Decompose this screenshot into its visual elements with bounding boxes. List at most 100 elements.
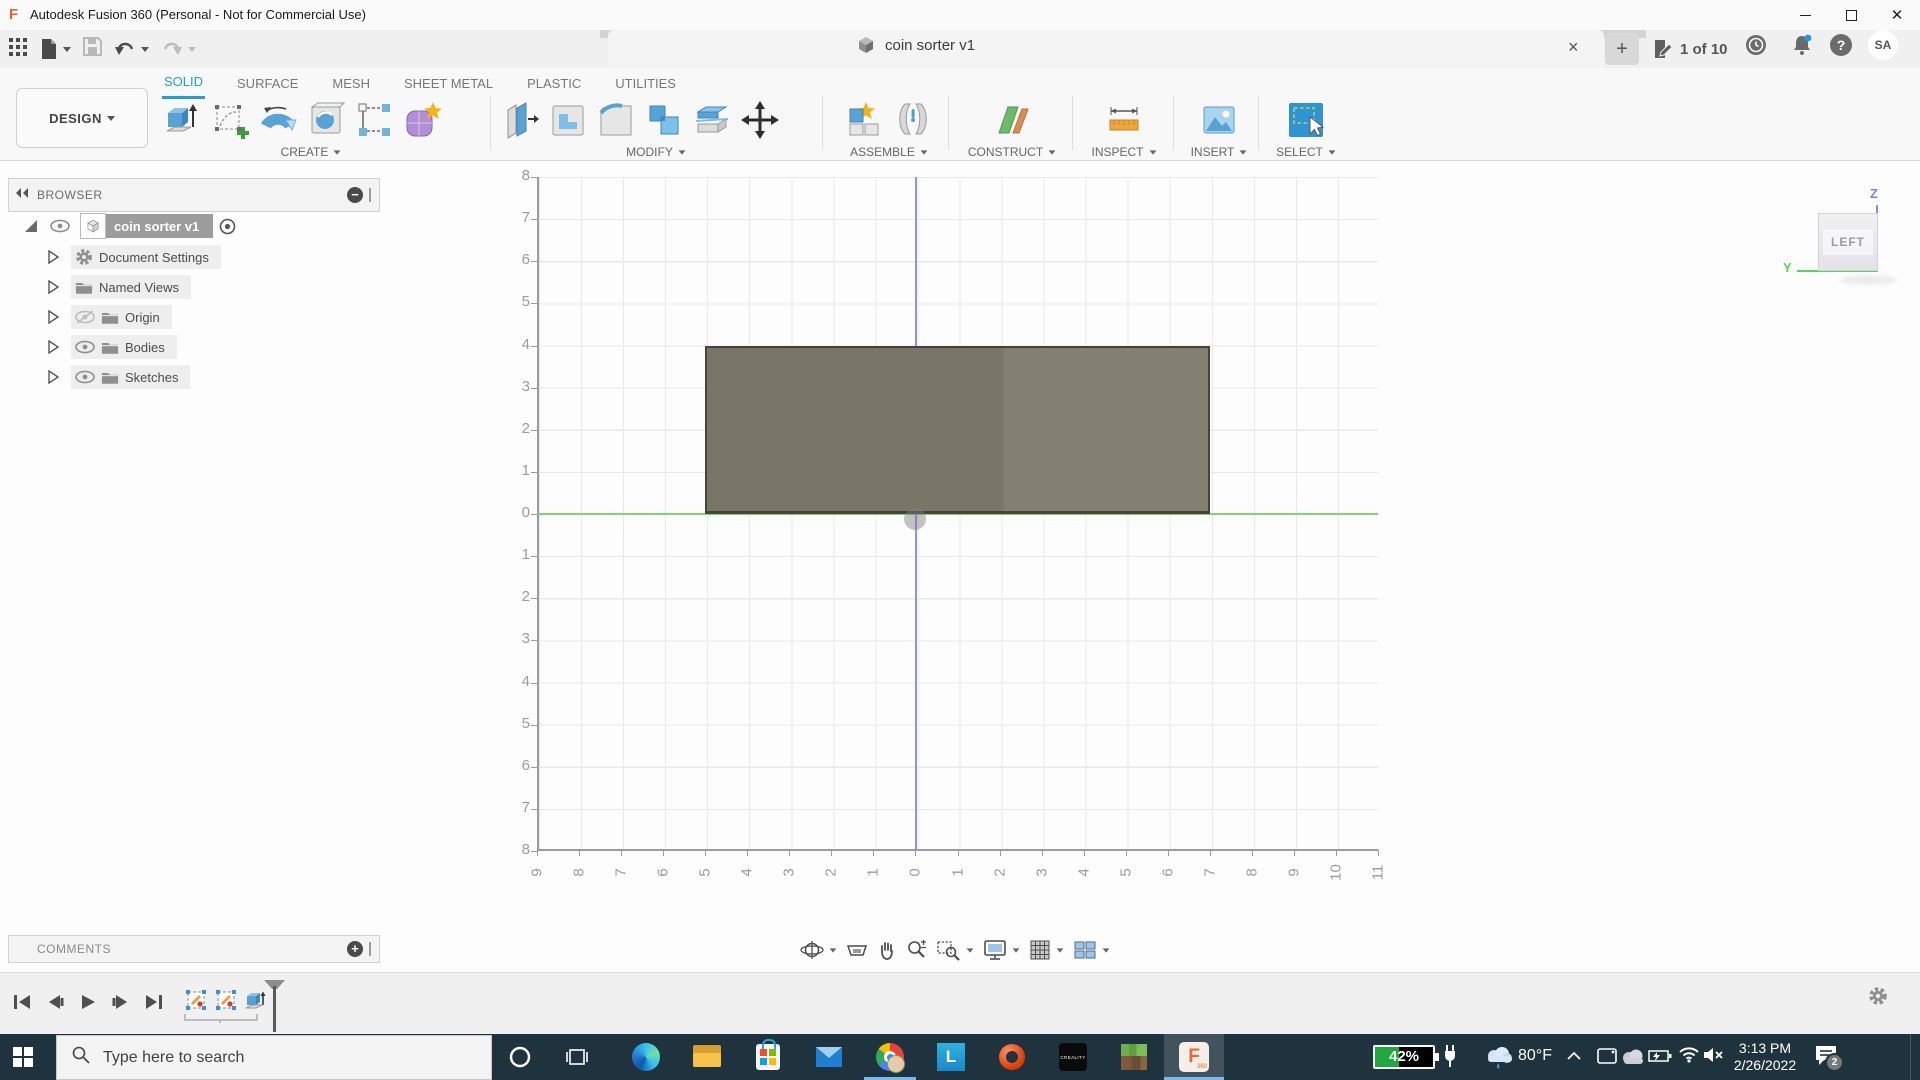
taskbar-app-file-explorer[interactable] [683,1034,731,1080]
orbit-icon[interactable] [800,939,837,961]
taskbar-app-fusion360[interactable]: F 360 [1170,1034,1218,1080]
timeline-play-icon[interactable] [76,990,100,1014]
minimize-button[interactable] [1782,0,1828,30]
version-control[interactable]: 1 of 10 [1652,33,1728,65]
inspect-group-menu[interactable]: INSPECT [1080,145,1168,159]
redo-icon[interactable] [161,40,196,58]
wifi-icon[interactable] [1678,1044,1700,1064]
zoom-window-icon[interactable] [937,939,974,961]
taskbar-app-store[interactable] [744,1034,792,1080]
browser-item-bodies[interactable]: Bodies [48,334,177,360]
taskbar-app-l[interactable]: L [927,1034,975,1080]
volume-muted-icon[interactable] [1702,1046,1724,1064]
document-tab-content[interactable]: coin sorter v1 [855,34,975,56]
hole-icon[interactable] [304,98,348,142]
visibility-eye-icon[interactable] [75,370,95,384]
timeline-sketch-feature-icon[interactable] [214,988,238,1012]
tray-overflow-chevron-icon[interactable] [1566,1050,1582,1062]
origin-point[interactable] [904,508,926,530]
assemble-group-menu[interactable]: ASSEMBLE [836,145,942,159]
insert-image-icon[interactable] [1197,98,1241,142]
sketch-geometry-icon[interactable] [352,98,396,142]
combine-icon[interactable] [642,98,686,142]
tab-mesh[interactable]: MESH [330,72,372,98]
notifications-bell-icon[interactable] [1789,32,1815,63]
browser-item-origin[interactable]: Origin [48,304,172,330]
show-desktop-divider[interactable] [1910,1034,1911,1080]
search-input[interactable] [101,1047,435,1068]
timeline-step-forward-icon[interactable] [109,990,133,1014]
timeline-skip-start-icon[interactable] [10,990,34,1014]
measure-icon[interactable] [1102,98,1146,142]
split-body-icon[interactable] [690,98,734,142]
app-grid-icon[interactable] [8,37,28,62]
browser-collapse-all-icon[interactable]: − [347,187,363,203]
select-icon[interactable] [1284,98,1328,142]
create-group-menu[interactable]: CREATE [160,145,462,159]
chevron-closed-icon[interactable] [48,280,59,294]
save-icon[interactable] [83,37,102,61]
viewports-icon[interactable] [1073,939,1110,961]
extrude-icon[interactable] [160,98,204,142]
taskbar-search[interactable] [56,1035,492,1080]
timeline-sketch-feature-icon[interactable] [184,988,208,1012]
tab-utilities[interactable]: UTILITIES [613,72,678,98]
insert-group-menu[interactable]: INSERT [1180,145,1258,159]
cortana-icon[interactable] [508,1045,532,1069]
browser-root-row[interactable]: coin sorter v1 [24,213,236,239]
joint-icon[interactable] [891,98,935,142]
timeline-skip-end-icon[interactable] [142,990,166,1014]
chevron-closed-icon[interactable] [48,250,59,264]
job-status-icon[interactable] [1744,33,1768,62]
display-settings-icon[interactable] [983,939,1020,961]
taskbar-app-minecraft[interactable] [1110,1034,1158,1080]
clock[interactable]: 3:13 PM 2/26/2022 [1726,1040,1804,1074]
help-icon[interactable]: ? [1830,34,1852,56]
chevron-closed-icon[interactable] [48,340,59,354]
action-center-icon[interactable]: 2 [1814,1044,1844,1072]
create-form-icon[interactable] [400,98,444,142]
expand-triangle-icon[interactable] [24,219,38,233]
viewcube[interactable]: LEFT [1818,213,1878,271]
visibility-eye-icon[interactable] [50,219,70,233]
tab-solid[interactable]: SOLID [162,70,206,99]
grid-snap-icon[interactable] [1029,939,1064,961]
tablet-mode-icon[interactable] [1596,1046,1618,1066]
move-copy-icon[interactable] [738,98,782,142]
construct-group-menu[interactable]: CONSTRUCT [958,145,1066,159]
pan-icon[interactable] [877,940,897,960]
browser-item-document-settings[interactable]: Document Settings [48,244,221,270]
new-component-icon[interactable] [843,98,887,142]
start-button[interactable] [12,1046,34,1068]
close-button[interactable]: ✕ [1874,0,1920,30]
undo-icon[interactable] [114,40,149,58]
temperature-label[interactable]: 80°F [1518,1047,1552,1065]
browser-item-named-views[interactable]: Named Views [48,274,191,300]
weather-icon[interactable] [1484,1044,1514,1070]
solid-body[interactable] [705,346,1210,514]
browser-resize-grip[interactable] [369,188,371,202]
timeline-settings-gear-icon[interactable] [1868,986,1888,1011]
create-sketch-icon[interactable] [208,98,252,142]
timeline-step-back-icon[interactable] [43,990,67,1014]
workspace-selector[interactable]: DESIGN [16,88,148,148]
look-at-icon[interactable] [846,940,868,960]
onedrive-icon[interactable] [1620,1048,1646,1065]
maximize-button[interactable] [1828,0,1874,30]
tab-sheet-metal[interactable]: SHEET METAL [402,72,495,98]
comments-resize-grip[interactable] [369,942,371,956]
battery-status-icon[interactable] [1648,1048,1672,1064]
tab-surface[interactable]: SURFACE [235,72,300,98]
browser-item-sketches[interactable]: Sketches [48,364,191,390]
viewcube-face-label[interactable]: LEFT [1823,229,1873,255]
zoom-icon[interactable] [906,939,928,961]
taskbar-app-mail[interactable] [805,1034,853,1080]
file-menu-icon[interactable] [40,38,71,60]
activate-radio-icon[interactable] [219,218,236,235]
fillet-icon[interactable] [594,98,638,142]
timeline-extrude-feature-icon[interactable] [244,988,268,1012]
revolve-icon[interactable] [256,98,300,142]
timeline-playhead[interactable] [273,986,276,1032]
eye-hidden-icon[interactable] [75,310,95,324]
tab-plastic[interactable]: PLASTIC [525,72,583,98]
